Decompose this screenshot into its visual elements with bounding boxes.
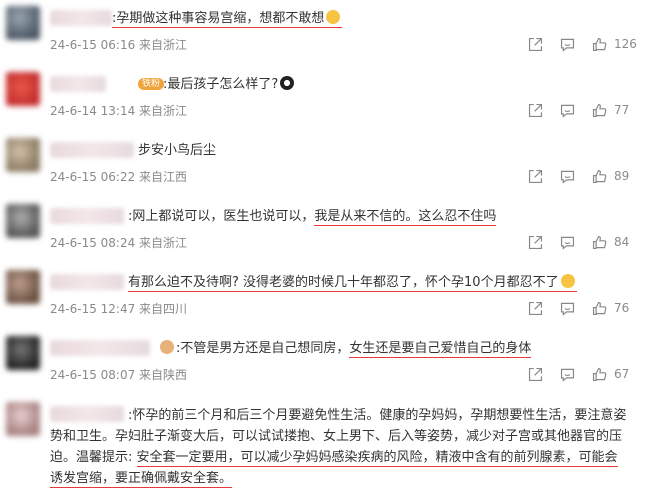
- like-count: 89: [614, 169, 630, 183]
- like-icon[interactable]: [588, 166, 610, 186]
- share-icon[interactable]: [524, 364, 546, 384]
- comment-meta: 24-6-15 06:16 来自浙江: [50, 38, 188, 52]
- comment-item: :网上都说可以，医生也说可以，我是从来不信的。这么忍不住吗 24-6-15 08…: [0, 198, 650, 264]
- like-count: 84: [614, 235, 630, 249]
- comment-meta: 24-6-15 08:24 来自浙江: [50, 236, 188, 250]
- avatar[interactable]: [6, 270, 40, 304]
- comment-list: :孕期做这种事容易宫缩，想都不敢想 24-6-15 06:16 来自浙江 126…: [0, 0, 650, 499]
- comment-icon[interactable]: [556, 298, 578, 318]
- avatar[interactable]: [6, 402, 40, 436]
- comment-icon[interactable]: [556, 100, 578, 120]
- comment-meta: 24-6-15 12:47 来自四川: [50, 302, 188, 316]
- share-icon[interactable]: [524, 34, 546, 54]
- like-icon[interactable]: [588, 34, 610, 54]
- share-icon[interactable]: [524, 100, 546, 120]
- comment-actions: 89: [514, 166, 636, 186]
- comment-icon[interactable]: [556, 166, 578, 186]
- comment-icon[interactable]: [556, 364, 578, 384]
- like-icon[interactable]: [588, 364, 610, 384]
- avatar[interactable]: [6, 204, 40, 238]
- comment-meta: 24-6-15 08:07 来自陕西: [50, 368, 188, 382]
- avatar[interactable]: [6, 138, 40, 172]
- avatar[interactable]: [6, 72, 40, 106]
- laughing-emoji-icon: [560, 274, 575, 288]
- comment-icon[interactable]: [556, 232, 578, 252]
- comment-text: 有那么迫不及待啊? 没得老婆的时候几十年都忍了，怀个孕10个月都忍不了: [128, 273, 577, 293]
- like-count: 76: [614, 301, 630, 315]
- comment-icon[interactable]: [556, 34, 578, 54]
- comment-text: 步安小鸟后尘: [138, 143, 217, 158]
- username[interactable]: [50, 142, 134, 158]
- share-icon[interactable]: [524, 232, 546, 252]
- panda-emoji-icon: [280, 76, 295, 90]
- fan-badge: 铁粉: [138, 78, 165, 90]
- comment-text: :网上都说可以，医生也说可以，我是从来不信的。这么忍不住吗: [128, 209, 497, 226]
- comment-item: 步安小鸟后尘 24-6-15 06:22 来自江西 89: [0, 132, 650, 198]
- comment-actions: 76: [514, 298, 636, 318]
- username[interactable]: [50, 76, 106, 92]
- comment-actions: 84: [514, 232, 636, 252]
- comment-item: :怀孕的前三个月和后三个月要避免性生活。健康的孕妈妈，孕期想要性生活，要注意姿势…: [0, 396, 650, 499]
- username[interactable]: [50, 208, 124, 224]
- like-icon[interactable]: [588, 298, 610, 318]
- username[interactable]: [50, 10, 112, 26]
- comment-actions: 77: [514, 100, 636, 120]
- scared-emoji-icon: [326, 10, 341, 24]
- comment-item: :孕期做这种事容易宫缩，想都不敢想 24-6-15 06:16 来自浙江 126: [0, 0, 650, 66]
- comment-item: 铁粉 :最后孩子怎么样了? 24-6-14 13:14 来自浙江 77: [0, 66, 650, 132]
- like-icon[interactable]: [588, 100, 610, 120]
- share-icon[interactable]: [524, 166, 546, 186]
- username[interactable]: [50, 340, 150, 356]
- like-count: 67: [614, 367, 630, 381]
- avatar[interactable]: [6, 6, 40, 40]
- comment-text: :怀孕的前三个月和后三个月要避免性生活。健康的孕妈妈，孕期想要性生活，要注意姿势…: [50, 408, 627, 488]
- comment-item: :不管是男方还是自己想同房，女生还是要自己爱惜自己的身体 24-6-15 08:…: [0, 330, 650, 396]
- comment-text: :孕期做这种事容易宫缩，想都不敢想: [112, 9, 343, 29]
- comment-text: :最后孩子怎么样了?: [163, 75, 296, 95]
- comment-meta: 24-6-15 06:22 来自江西: [50, 170, 188, 184]
- like-icon[interactable]: [588, 232, 610, 252]
- comment-item: 有那么迫不及待啊? 没得老婆的时候几十年都忍了，怀个孕10个月都忍不了 24-6…: [0, 264, 650, 330]
- comment-meta: 24-6-14 13:14 来自浙江: [50, 104, 188, 118]
- like-count: 126: [614, 37, 637, 51]
- comment-actions: 67: [514, 364, 636, 384]
- comment-text: :不管是男方还是自己想同房，女生还是要自己爱惜自己的身体: [158, 339, 532, 359]
- comment-actions: 126: [514, 34, 637, 54]
- share-icon[interactable]: [524, 298, 546, 318]
- like-count: 77: [614, 103, 630, 117]
- username[interactable]: [50, 274, 124, 290]
- monkey-emoji-icon: [160, 340, 174, 354]
- avatar[interactable]: [6, 336, 40, 370]
